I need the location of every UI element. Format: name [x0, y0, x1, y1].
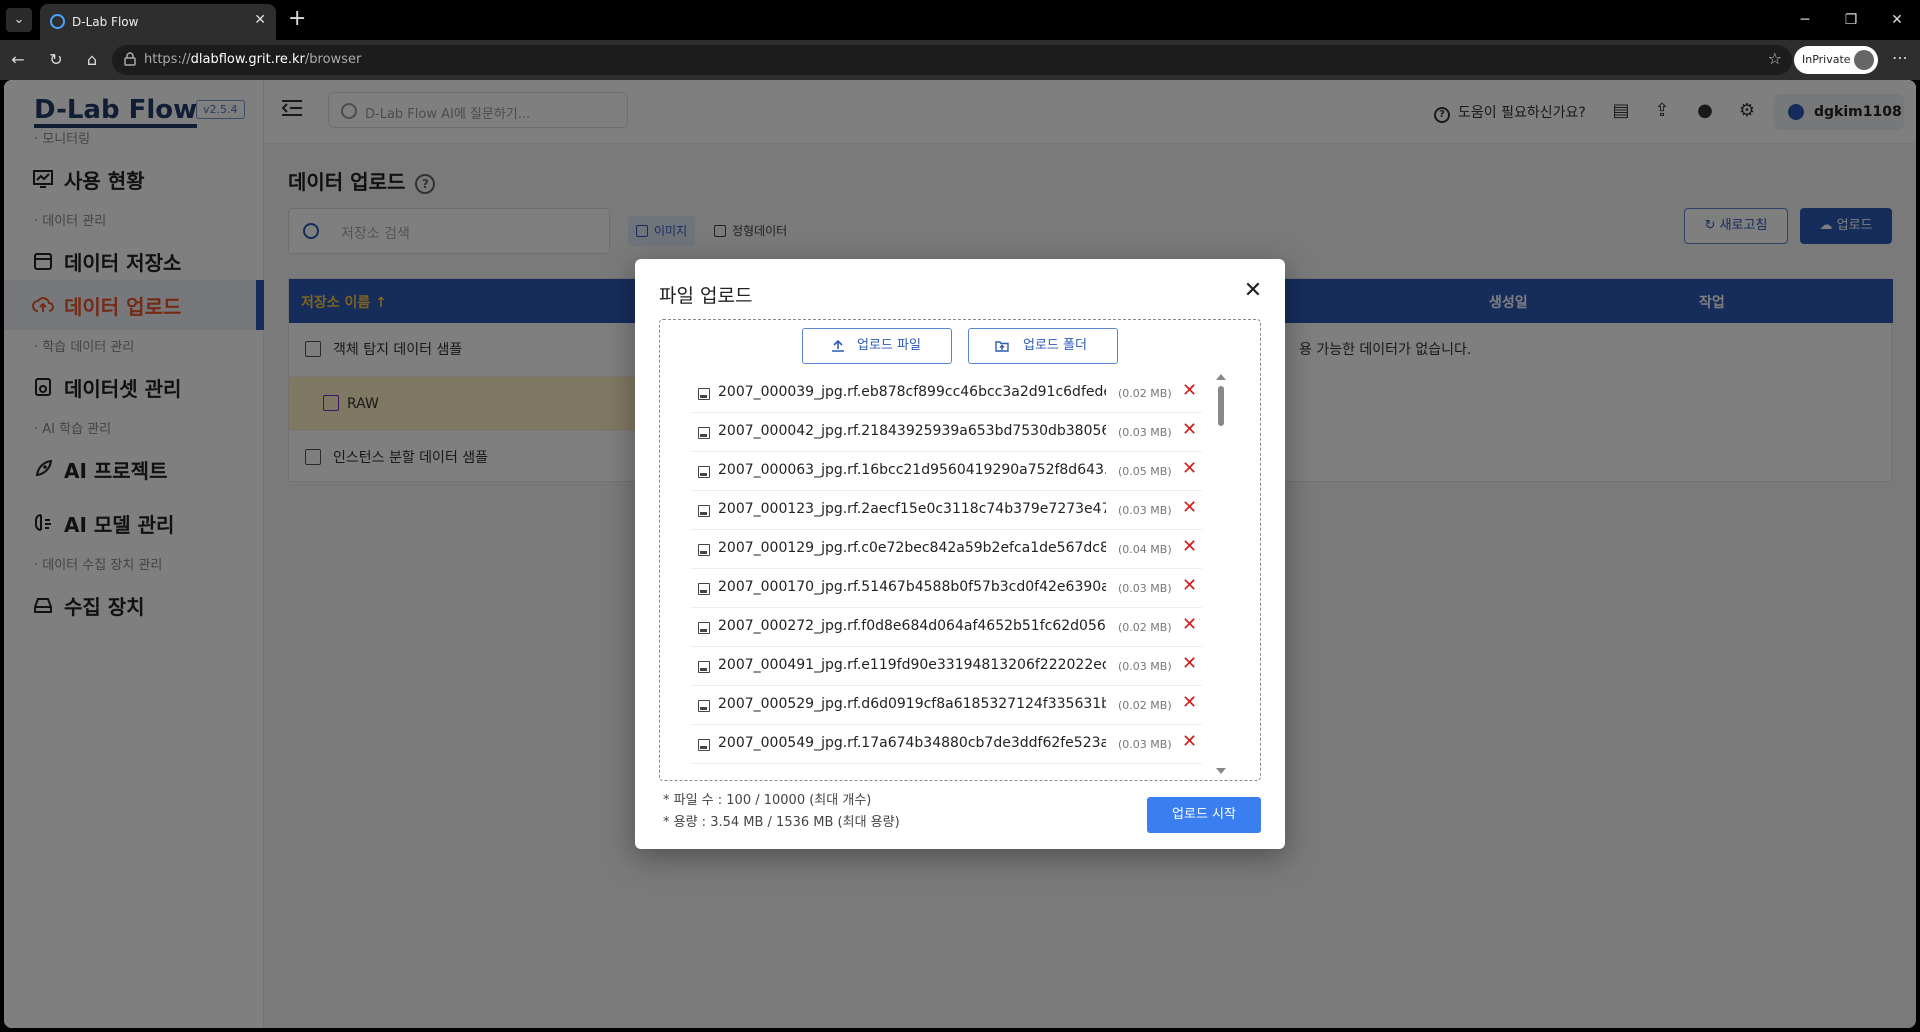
remove-file-icon[interactable]: ✕ [1182, 458, 1197, 479]
address-bar[interactable]: https://dlabflow.grit.re.kr/browser ☆ [112, 45, 1792, 75]
file-dropzone[interactable]: 업로드 파일 업로드 폴더 2007_000039_jpg.rf.eb878cf… [659, 319, 1261, 781]
upload-file-button[interactable]: 업로드 파일 [802, 328, 952, 364]
url-scheme: https:// [144, 52, 191, 67]
file-size: (0.03 MB) [1118, 504, 1172, 517]
file-size: (0.03 MB) [1118, 660, 1172, 673]
file-size: (0.03 MB) [1118, 426, 1172, 439]
file-row: 2007_000529_jpg.rf.d6d0919cf8a6185327124… [690, 686, 1202, 725]
upload-folder-button[interactable]: 업로드 폴더 [968, 328, 1118, 364]
file-name: 2007_000549_jpg.rf.17a674b34880cb7de3ddf… [718, 735, 1106, 751]
window-controls: ─ ❐ ✕ [1782, 0, 1920, 40]
file-count-info: * 파일 수 : 100 / 10000 (최대 개수) [663, 793, 872, 808]
browser-tab[interactable]: D-Lab Flow ✕ [40, 4, 276, 40]
inprivate-label: InPrivate [1802, 53, 1851, 66]
file-name: 2007_000123_jpg.rf.2aecf15e0c3118c74b379… [718, 501, 1106, 517]
remove-file-icon[interactable]: ✕ [1182, 419, 1197, 440]
file-name: 2007_000272_jpg.rf.f0d8e684d064af4652b51… [718, 618, 1106, 634]
restore-button[interactable]: ❐ [1828, 0, 1874, 40]
file-list-scrollbar[interactable] [1216, 374, 1226, 774]
file-name: 2007_000491_jpg.rf.e119fd90e33194813206f… [718, 657, 1106, 673]
file-row: 2007_000063_jpg.rf.16bcc21d9560419290a75… [690, 452, 1202, 491]
file-size: (0.03 MB) [1118, 582, 1172, 595]
remove-file-icon[interactable]: ✕ [1182, 692, 1197, 713]
remove-file-icon[interactable]: ✕ [1182, 380, 1197, 401]
file-size: (0.02 MB) [1118, 699, 1172, 712]
lock-icon [124, 52, 136, 66]
tab-actions-menu[interactable]: ⌄ [6, 8, 32, 32]
file-list[interactable]: 2007_000039_jpg.rf.eb878cf899cc46bcc3a2d… [690, 374, 1202, 776]
url-text: https://dlabflow.grit.re.kr/browser [144, 52, 361, 67]
scrollbar-thumb[interactable] [1218, 386, 1224, 426]
address-toolbar: ← ↻ ⌂ https://dlabflow.grit.re.kr/browse… [0, 40, 1920, 80]
back-button[interactable]: ← [6, 48, 30, 72]
image-file-icon [698, 661, 710, 673]
file-name: 2007_000129_jpg.rf.c0e72bec842a59b2efca1… [718, 540, 1106, 556]
file-size: (0.02 MB) [1118, 387, 1172, 400]
file-row: 2007_000042_jpg.rf.21843925939a653bd7530… [690, 413, 1202, 452]
image-file-icon [698, 700, 710, 712]
file-upload-dialog: 파일 업로드 ✕ 업로드 파일 업로드 폴더 2007_000039_jpg.r… [635, 259, 1285, 849]
remove-file-icon[interactable]: ✕ [1182, 536, 1197, 557]
remove-file-icon[interactable]: ✕ [1182, 653, 1197, 674]
file-row: 2007_000039_jpg.rf.eb878cf899cc46bcc3a2d… [690, 374, 1202, 413]
upload-folder-label: 업로드 폴더 [1023, 338, 1087, 353]
browser-tabbar: ⌄ D-Lab Flow ✕ + ─ ❐ ✕ [0, 0, 1920, 40]
image-file-icon [698, 388, 710, 400]
close-icon[interactable]: ✕ [1243, 280, 1263, 302]
file-row: 2007_000549_jpg.rf.17a674b34880cb7de3ddf… [690, 725, 1202, 764]
new-tab-button[interactable]: + [288, 6, 306, 31]
scroll-up-arrow-icon[interactable] [1216, 374, 1226, 380]
close-window-button[interactable]: ✕ [1874, 0, 1920, 40]
start-upload-button[interactable]: 업로드 시작 [1147, 797, 1261, 833]
folder-upload-icon [995, 341, 1009, 352]
minimize-button[interactable]: ─ [1782, 0, 1828, 40]
file-row: 2007_000491_jpg.rf.e119fd90e33194813206f… [690, 647, 1202, 686]
file-size: (0.04 MB) [1118, 543, 1172, 556]
image-file-icon [698, 505, 710, 517]
scroll-down-arrow-icon[interactable] [1216, 768, 1226, 774]
remove-file-icon[interactable]: ✕ [1182, 614, 1197, 635]
image-file-icon [698, 466, 710, 478]
file-name: 2007_000170_jpg.rf.51467b4588b0f57b3cd0f… [718, 579, 1106, 595]
profile-avatar [1854, 50, 1874, 70]
url-host: dlabflow.grit.re.kr [190, 52, 305, 67]
inprivate-badge[interactable]: InPrivate [1794, 46, 1878, 74]
dialog-title: 파일 업로드 [659, 285, 753, 307]
file-size: (0.02 MB) [1118, 621, 1172, 634]
remove-file-icon[interactable]: ✕ [1182, 575, 1197, 596]
browser-menu-icon[interactable]: ⋯ [1892, 48, 1908, 67]
home-button[interactable]: ⌂ [80, 48, 104, 72]
capacity-info: * 용량 : 3.54 MB / 1536 MB (최대 용량) [663, 815, 900, 830]
tab-close-icon[interactable]: ✕ [254, 12, 266, 28]
upload-arrow-icon [832, 339, 844, 352]
file-row: 2007_000272_jpg.rf.f0d8e684d064af4652b51… [690, 608, 1202, 647]
file-size: (0.05 MB) [1118, 465, 1172, 478]
file-name: 2007_000063_jpg.rf.16bcc21d9560419290a75… [718, 462, 1106, 478]
favorite-star-icon[interactable]: ☆ [1768, 49, 1782, 68]
tab-title: D-Lab Flow [72, 15, 139, 29]
file-row: 2007_000129_jpg.rf.c0e72bec842a59b2efca1… [690, 530, 1202, 569]
remove-file-icon[interactable]: ✕ [1182, 731, 1197, 752]
upload-file-label: 업로드 파일 [857, 338, 921, 353]
file-name: 2007_000039_jpg.rf.eb878cf899cc46bcc3a2d… [718, 384, 1106, 400]
file-row: 2007_000123_jpg.rf.2aecf15e0c3118c74b379… [690, 491, 1202, 530]
image-file-icon [698, 583, 710, 595]
url-path: /browser [304, 52, 362, 67]
remove-file-icon[interactable]: ✕ [1182, 497, 1197, 518]
file-name: 2007_000042_jpg.rf.21843925939a653bd7530… [718, 423, 1106, 439]
site-favicon-icon [50, 14, 65, 29]
file-size: (0.03 MB) [1118, 738, 1172, 751]
file-name: 2007_000529_jpg.rf.d6d0919cf8a6185327124… [718, 696, 1106, 712]
reload-button[interactable]: ↻ [44, 48, 68, 72]
image-file-icon [698, 544, 710, 556]
image-file-icon [698, 427, 710, 439]
image-file-icon [698, 622, 710, 634]
file-row: 2007_000170_jpg.rf.51467b4588b0f57b3cd0f… [690, 569, 1202, 608]
image-file-icon [698, 739, 710, 751]
